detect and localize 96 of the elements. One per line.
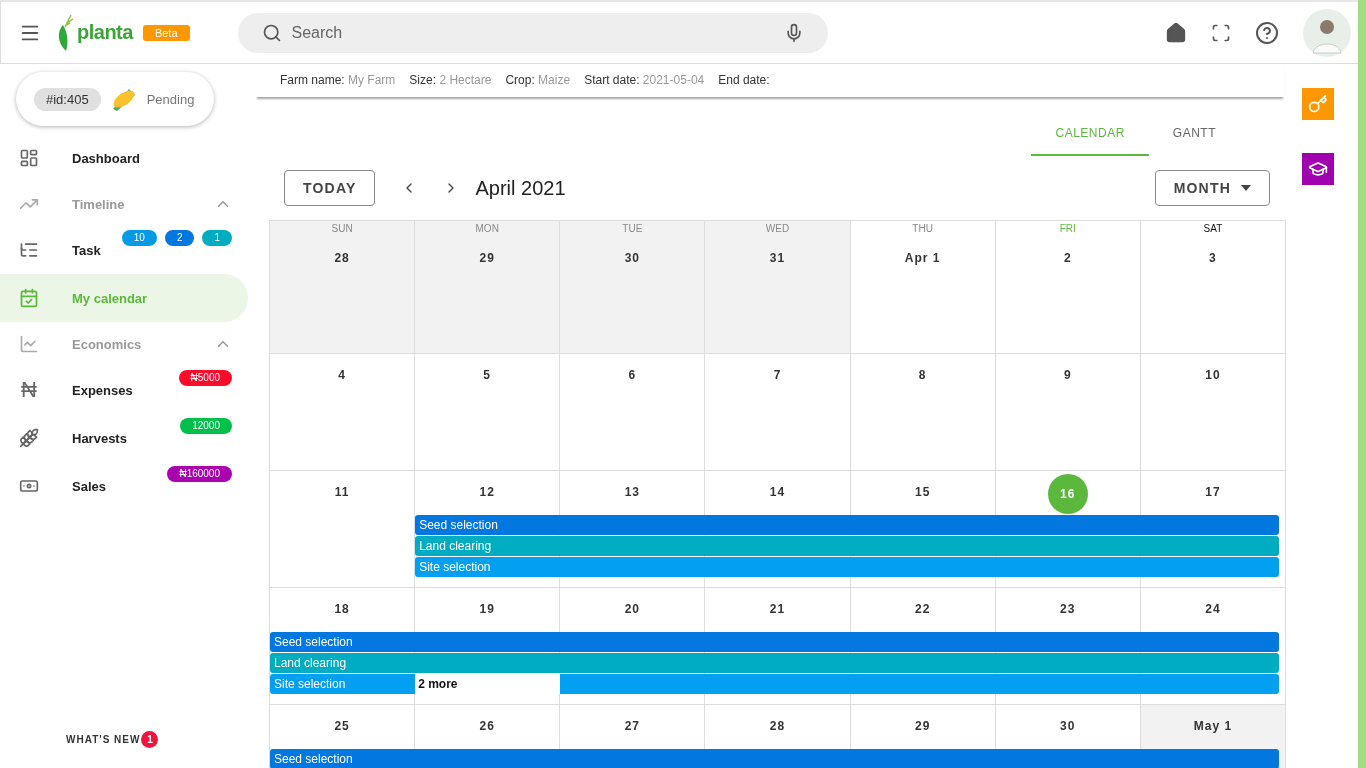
nav-label: Expenses bbox=[72, 382, 133, 398]
weekday-label: TUE bbox=[622, 223, 643, 236]
date-label[interactable]: 4 bbox=[338, 368, 346, 382]
date-label[interactable]: 30 bbox=[1060, 719, 1076, 733]
nav-item[interactable]: ₦ Expenses ₦5000 bbox=[0, 366, 248, 414]
date-label[interactable]: 26 bbox=[479, 719, 495, 733]
event-bar[interactable]: Seed selection bbox=[270, 749, 1279, 768]
search-input[interactable]: Search bbox=[289, 22, 776, 43]
view-tab[interactable]: GANTT bbox=[1148, 114, 1240, 156]
brand-name: planta bbox=[77, 21, 133, 44]
date-label[interactable]: 14 bbox=[769, 485, 786, 499]
more-events-link[interactable]: 2 more bbox=[415, 674, 561, 694]
beta-badge: Beta bbox=[142, 24, 190, 41]
nav-label: Economics bbox=[72, 336, 142, 352]
search-field[interactable]: Search bbox=[237, 12, 828, 53]
count-badge: ₦5000 bbox=[178, 370, 232, 386]
date-label[interactable]: 19 bbox=[479, 602, 495, 616]
event-bar[interactable]: Seed selection bbox=[415, 515, 1279, 535]
weekday-label: FRI bbox=[1059, 223, 1076, 236]
whats-new-link[interactable]: WHAT'S NEW bbox=[66, 734, 141, 745]
date-label[interactable]: 6 bbox=[628, 368, 637, 382]
fullscreen-icon[interactable] bbox=[1211, 22, 1231, 43]
date-label[interactable]: 28 bbox=[769, 719, 786, 733]
leaf-logo-icon bbox=[57, 12, 75, 53]
notification-badge: 1 bbox=[141, 731, 159, 748]
date-label[interactable]: 22 bbox=[914, 602, 931, 616]
weekday-label: SAT bbox=[1203, 223, 1223, 236]
date-label[interactable]: 17 bbox=[1205, 485, 1221, 499]
count-badge: 10 bbox=[121, 230, 157, 246]
weekday-label: MON bbox=[475, 223, 499, 236]
weekday-label: WED bbox=[765, 223, 790, 236]
date-label[interactable]: 15 bbox=[914, 485, 931, 499]
weekday-label: THU bbox=[912, 223, 933, 236]
tree-icon bbox=[18, 240, 40, 260]
farm-info-field: Size: 2 Hectare bbox=[409, 73, 492, 87]
farm-info-field: End date: bbox=[718, 73, 770, 87]
currency-icon: ₦ bbox=[18, 377, 40, 403]
date-label[interactable]: 11 bbox=[334, 485, 350, 499]
date-label[interactable]: 20 bbox=[624, 602, 641, 616]
status-text: Pending bbox=[146, 91, 195, 107]
nav-item[interactable]: Task 10 2 1 bbox=[0, 226, 248, 274]
date-label[interactable]: 8 bbox=[918, 368, 927, 382]
nav-label: Harvests bbox=[72, 430, 127, 446]
date-label[interactable]: Apr 1 bbox=[904, 251, 941, 265]
date-label[interactable]: 29 bbox=[479, 251, 495, 265]
month-title: April 2021 bbox=[475, 176, 566, 200]
date-label[interactable]: 9 bbox=[1063, 368, 1072, 382]
nav-label: Task bbox=[72, 242, 101, 258]
farm-status-pill[interactable]: #id:405 Pending bbox=[16, 72, 214, 126]
date-label[interactable]: May 1 bbox=[1193, 719, 1233, 733]
calendar-icon bbox=[18, 288, 40, 308]
farm-info-field: Farm name: My Farm bbox=[280, 73, 396, 87]
date-label[interactable]: 18 bbox=[334, 602, 350, 616]
count-badge: 1 bbox=[202, 230, 232, 246]
chart-icon bbox=[18, 334, 40, 354]
event-bar[interactable]: Seed selection bbox=[270, 632, 1279, 652]
date-label[interactable]: 5 bbox=[483, 368, 492, 382]
date-label[interactable]: 13 bbox=[624, 485, 641, 499]
nav-label: Dashboard bbox=[72, 150, 140, 166]
date-label[interactable]: 21 bbox=[769, 602, 786, 616]
date-label[interactable]: 10 bbox=[1205, 368, 1221, 382]
home-icon[interactable] bbox=[1165, 21, 1187, 44]
graduation-cap-icon[interactable] bbox=[1302, 153, 1334, 185]
wheat-icon bbox=[18, 428, 40, 448]
search-icon bbox=[261, 22, 282, 43]
nav-item[interactable]: Sales ₦160000 bbox=[0, 462, 248, 510]
nav-label: Sales bbox=[72, 478, 106, 494]
farm-id-chip: #id:405 bbox=[34, 87, 101, 111]
nav-item[interactable]: Harvests 12000 bbox=[0, 414, 248, 462]
view-select[interactable]: MONTH bbox=[1154, 170, 1270, 206]
nav-item[interactable]: Dashboard bbox=[0, 134, 248, 182]
date-label[interactable]: 25 bbox=[334, 719, 350, 733]
avatar[interactable] bbox=[1303, 8, 1351, 57]
date-label[interactable]: 23 bbox=[1060, 602, 1076, 616]
date-label[interactable]: 7 bbox=[773, 368, 782, 382]
date-label[interactable]: 3 bbox=[1209, 251, 1217, 265]
date-label[interactable]: 27 bbox=[624, 719, 641, 733]
today-button[interactable]: TODAY bbox=[284, 170, 376, 206]
count-badge: 2 bbox=[164, 230, 195, 246]
dashboard-icon bbox=[18, 148, 40, 168]
farm-info-field: Start date: 2021-05-04 bbox=[584, 73, 705, 87]
date-label[interactable]: 24 bbox=[1205, 602, 1221, 616]
farm-info-field: Crop: Maize bbox=[505, 73, 571, 87]
date-label[interactable]: 30 bbox=[624, 251, 641, 265]
caret-icon bbox=[1241, 185, 1251, 191]
date-label[interactable]: 31 bbox=[769, 251, 786, 265]
nav-label: My calendar bbox=[72, 290, 148, 306]
date-label[interactable]: 28 bbox=[334, 251, 350, 265]
date-label[interactable]: 2 bbox=[1063, 251, 1072, 265]
count-badge: 12000 bbox=[180, 418, 232, 434]
weekday-label: SUN bbox=[331, 223, 353, 236]
count-badge: ₦160000 bbox=[167, 466, 232, 482]
date-label[interactable]: 29 bbox=[914, 719, 931, 733]
date-label[interactable]: 12 bbox=[479, 485, 495, 499]
help-icon[interactable] bbox=[1255, 20, 1279, 45]
nav-label: Timeline bbox=[72, 196, 125, 212]
